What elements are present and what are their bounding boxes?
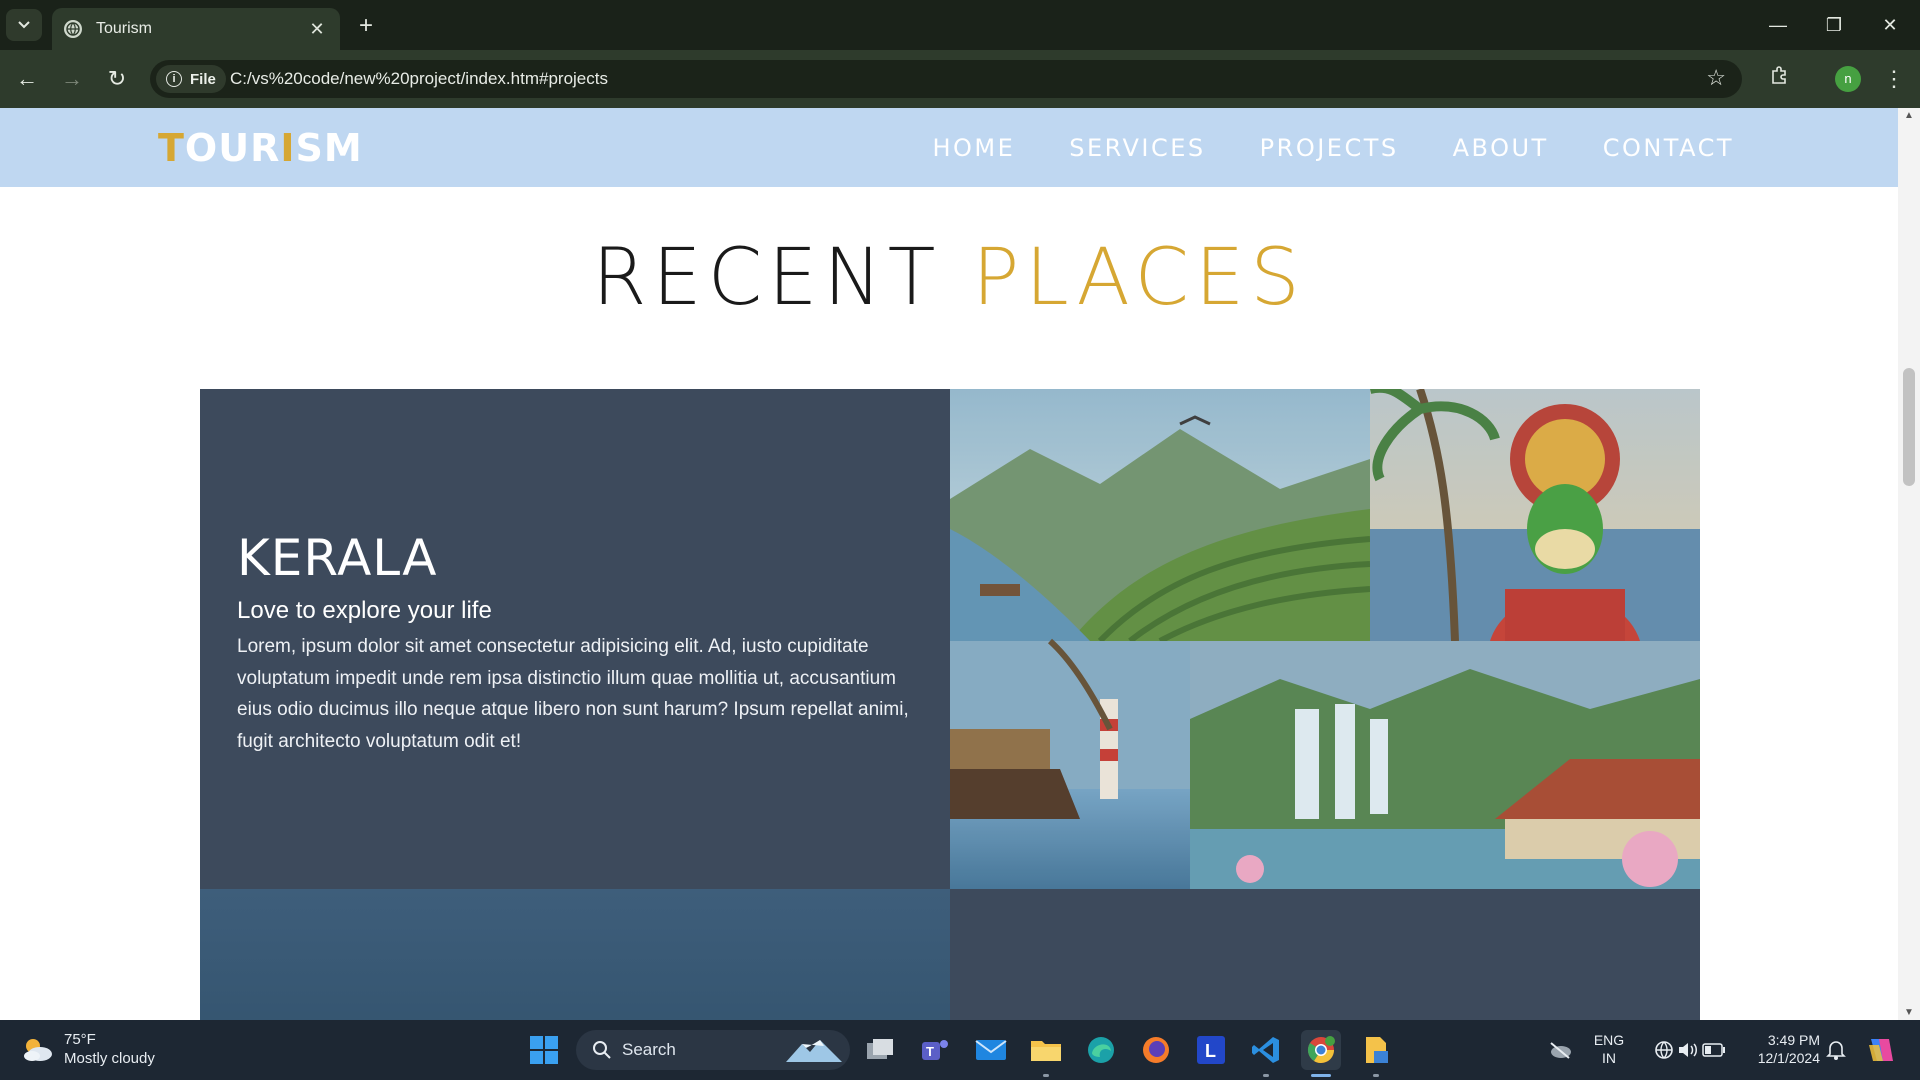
info-icon: i (166, 71, 182, 87)
section-title-main: RECENT (592, 233, 942, 323)
weather-description: Mostly cloudy (64, 1050, 155, 1067)
windows-start-icon[interactable] (524, 1030, 564, 1070)
language-indicator[interactable]: ENG IN (1592, 1031, 1626, 1067)
search-icon (593, 1041, 611, 1059)
address-bar[interactable]: i File C:/vs%20code/new%20project/index.… (150, 60, 1742, 98)
chevron-down-icon (18, 21, 30, 29)
forward-button[interactable]: → (57, 64, 87, 94)
kerala-collage-image (950, 389, 1700, 889)
onedrive-offline-icon[interactable] (1540, 1030, 1580, 1070)
scroll-down-arrow-icon[interactable]: ▼ (1898, 1007, 1920, 1018)
place-description: Lorem, ipsum dolor sit amet consectetur … (237, 636, 909, 752)
place-subtitle: Love to explore your life (237, 597, 492, 624)
nav-services[interactable]: SERVICES (1069, 134, 1205, 162)
back-button[interactable]: ← (12, 64, 42, 94)
site-chip-label: File (190, 70, 216, 88)
browser-menu-icon[interactable]: ⋮ (1882, 64, 1906, 94)
section-title: RECENT PLACES (0, 233, 1898, 323)
region-code: IN (1602, 1050, 1616, 1066)
browser-toolbar: ← → ↻ i File C:/vs%20code/new%20project/… (0, 50, 1920, 108)
restore-button[interactable]: ❐ (1806, 10, 1862, 40)
l-app-icon[interactable]: L (1191, 1030, 1231, 1070)
site-logo[interactable]: TOURISM (158, 126, 363, 170)
notification-bell-icon[interactable] (1816, 1030, 1856, 1070)
main-nav: HOME SERVICES PROJECTS ABOUT CONTACT (932, 134, 1734, 162)
profile-avatar[interactable]: n (1835, 66, 1861, 92)
weather-temp: 75°F (64, 1031, 96, 1048)
copilot-icon[interactable] (1860, 1030, 1900, 1070)
new-tab-button[interactable]: + (352, 12, 380, 40)
browser-tab-active[interactable]: Tourism ✕ (52, 8, 340, 50)
nav-about[interactable]: ABOUT (1453, 134, 1549, 162)
notes-file-icon[interactable] (1356, 1030, 1396, 1070)
url-text[interactable]: C:/vs%20code/new%20project/index.htm#pro… (230, 69, 608, 89)
taskbar-search-label: Search (622, 1040, 676, 1059)
weather-widget[interactable]: 75°F Mostly cloudy (20, 1030, 155, 1068)
reload-button[interactable]: ↻ (102, 64, 132, 94)
teams-icon[interactable]: T (915, 1030, 955, 1070)
page-viewport: TOURISM HOME SERVICES PROJECTS ABOUT CON… (0, 108, 1920, 1020)
task-view-icon[interactable] (860, 1030, 900, 1070)
mail-icon[interactable] (971, 1030, 1011, 1070)
search-highlight-icon (786, 1040, 842, 1062)
file-explorer-icon[interactable] (1026, 1030, 1066, 1070)
battery-icon[interactable] (1694, 1030, 1734, 1070)
chrome-icon[interactable] (1301, 1030, 1341, 1070)
svg-text:L: L (1205, 1041, 1216, 1061)
bookmark-star-icon[interactable]: ☆ (1706, 65, 1726, 91)
running-indicator (1263, 1074, 1269, 1077)
place-title: KERALA (237, 529, 438, 587)
browser-tab-strip: Tourism ✕ + — ❐ ✕ (0, 0, 1920, 50)
nav-projects[interactable]: PROJECTS (1260, 134, 1399, 162)
vscode-icon[interactable] (1246, 1030, 1286, 1070)
next-place-image (200, 889, 950, 1020)
site-info-chip[interactable]: i File (156, 65, 226, 93)
clock[interactable]: 3:49 PM 12/1/2024 (1740, 1031, 1820, 1067)
site-header: TOURISM HOME SERVICES PROJECTS ABOUT CON… (0, 108, 1898, 187)
nav-contact[interactable]: CONTACT (1603, 134, 1734, 162)
language-code: ENG (1593, 1032, 1625, 1048)
clock-time: 3:49 PM (1767, 1032, 1820, 1048)
nav-home[interactable]: HOME (932, 134, 1015, 162)
tab-close-icon[interactable]: ✕ (306, 19, 328, 40)
running-indicator (1373, 1074, 1379, 1077)
running-indicator (1043, 1074, 1049, 1077)
minimize-button[interactable]: — (1750, 10, 1806, 40)
partly-cloudy-icon (24, 1039, 52, 1061)
next-place-text-panel (950, 889, 1700, 1020)
scroll-up-arrow-icon[interactable]: ▲ (1898, 110, 1920, 121)
taskbar-search-box[interactable]: Search (576, 1030, 850, 1070)
globe-icon (64, 20, 82, 38)
close-window-button[interactable]: ✕ (1862, 10, 1918, 40)
place-card-text: KERALA Love to explore your life Lorem, … (200, 389, 950, 889)
tab-search-button[interactable] (6, 9, 42, 41)
svg-text:T: T (926, 1044, 934, 1059)
edge-icon[interactable] (1081, 1030, 1121, 1070)
clock-date: 12/1/2024 (1757, 1050, 1820, 1066)
scrollbar-thumb[interactable] (1903, 368, 1915, 486)
windows-taskbar: 75°F Mostly cloudy Search T L ENG IN 3:4… (0, 1020, 1920, 1080)
extensions-icon[interactable] (1764, 64, 1794, 94)
firefox-icon[interactable] (1136, 1030, 1176, 1070)
page-scrollbar[interactable]: ▲ ▼ (1898, 108, 1920, 1020)
active-indicator (1311, 1074, 1331, 1077)
tab-title: Tourism (96, 20, 153, 37)
section-title-accent: PLACES (972, 233, 1306, 323)
